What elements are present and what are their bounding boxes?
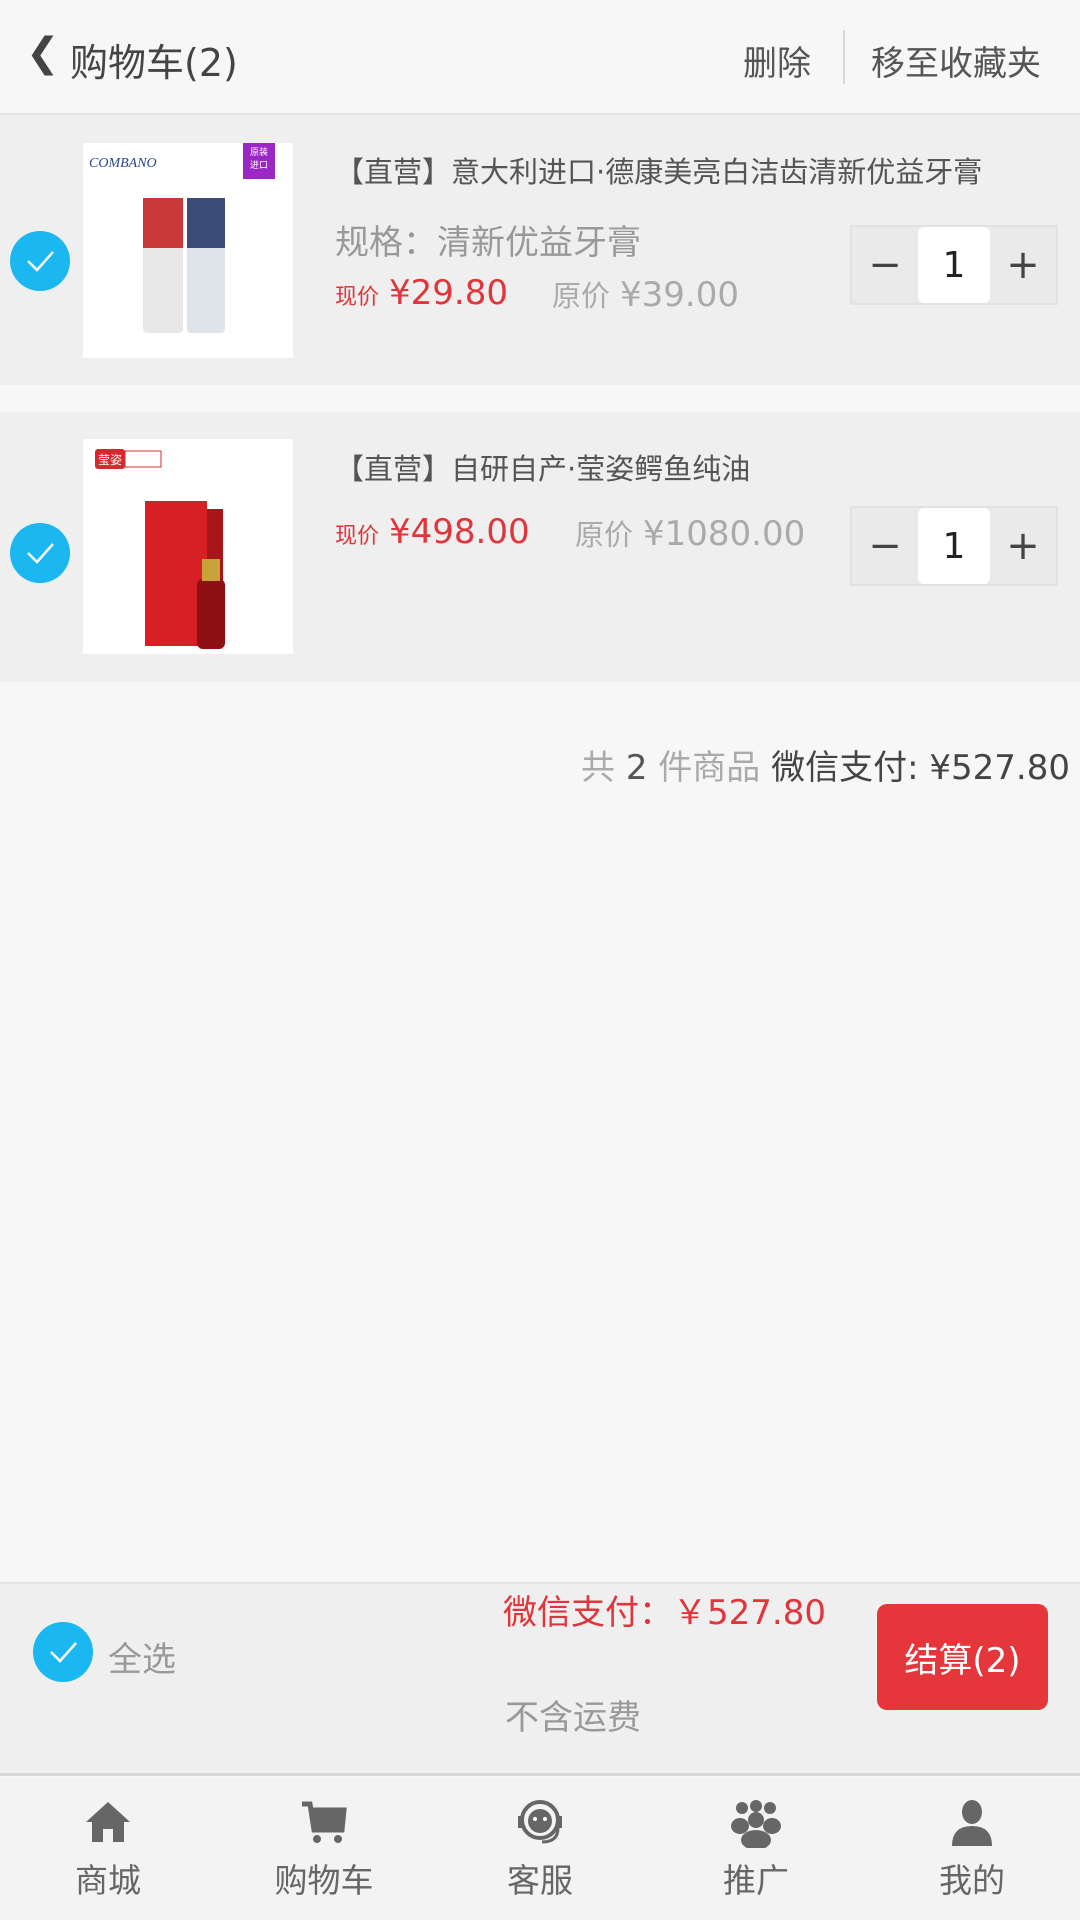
cart-item: 莹姿 【直营】自研自产·莹姿鳄鱼纯油 现价 ¥498.00 原价 ¥1080.00 … <box>0 412 1080 682</box>
tab-mall[interactable]: 商城 <box>0 1778 216 1920</box>
product-title[interactable]: 【直营】自研自产·莹姿鳄鱼纯油 <box>335 446 750 488</box>
import-badge: 原装进口 <box>243 143 275 179</box>
headset-icon <box>518 1800 562 1844</box>
checkout-button[interactable]: 结算(2) <box>877 1604 1048 1710</box>
svg-text:莹姿: 莹姿 <box>98 453 122 467</box>
select-all-checkbox[interactable] <box>33 1622 93 1682</box>
current-price: 现价 ¥29.80 <box>335 273 508 313</box>
tab-label: 商城 <box>75 1861 141 1900</box>
tab-cart[interactable]: 购物车 <box>216 1778 432 1920</box>
tab-bar: 商城 购物车 客服 推广 我的 <box>0 1778 1080 1920</box>
item-checkbox[interactable] <box>10 523 70 583</box>
payment-total: 微信支付：￥527.80 <box>503 1593 826 1633</box>
chevron-left-icon[interactable]: ❮ <box>26 30 60 76</box>
shipping-note: 不含运费 <box>505 1698 641 1738</box>
decrease-button[interactable]: − <box>852 508 918 584</box>
quantity-stepper: − 1 + <box>850 506 1058 586</box>
tab-service[interactable]: 客服 <box>432 1778 648 1920</box>
increase-button[interactable]: + <box>990 508 1056 584</box>
check-icon <box>27 251 54 272</box>
product-title[interactable]: 【直营】意大利进口·德康美亮白洁齿清新优益牙膏 <box>335 149 982 191</box>
quantity-input[interactable]: 1 <box>918 508 990 584</box>
tab-label: 客服 <box>507 1861 573 1900</box>
item-checkbox[interactable] <box>10 231 70 291</box>
check-icon <box>50 1642 77 1663</box>
original-price: 原价 ¥1080.00 <box>575 514 806 554</box>
tab-label: 推广 <box>723 1861 789 1900</box>
product-spec: 规格：清新优益牙膏 <box>335 223 641 263</box>
product-image[interactable]: COMBANO 原装进口 <box>83 143 293 358</box>
current-price: 现价 ¥498.00 <box>335 512 530 552</box>
cart-item: COMBANO 原装进口 【直营】意大利进口·德康美亮白洁齿清新优益牙膏 规格：… <box>0 115 1080 385</box>
home-icon <box>86 1802 130 1842</box>
tab-label: 购物车 <box>274 1861 374 1900</box>
tab-mine[interactable]: 我的 <box>864 1778 1080 1920</box>
decrease-button[interactable]: − <box>852 227 918 303</box>
divider <box>843 30 845 84</box>
header-bar: ❮ 购物车(2) 删除 移至收藏夹 <box>0 0 1080 115</box>
original-price: 原价 ¥39.00 <box>552 275 739 315</box>
group-icon <box>731 1800 781 1848</box>
svg-text:COMBANO: COMBANO <box>89 156 157 171</box>
tab-promote[interactable]: 推广 <box>648 1778 864 1920</box>
quantity-input[interactable]: 1 <box>918 227 990 303</box>
select-all-label[interactable]: 全选 <box>108 1632 176 1681</box>
increase-button[interactable]: + <box>990 227 1056 303</box>
user-icon <box>952 1800 992 1846</box>
page-title: 购物车(2) <box>70 41 238 85</box>
quantity-stepper: − 1 + <box>850 225 1058 305</box>
move-to-favorites-button[interactable]: 移至收藏夹 <box>871 36 1041 85</box>
cart-icon <box>302 1801 347 1843</box>
product-image[interactable]: 莹姿 <box>83 439 293 654</box>
tab-label: 我的 <box>939 1861 1005 1900</box>
check-icon <box>27 543 54 564</box>
order-summary: 共 2 件商品 微信支付: ¥527.80 <box>581 748 1070 788</box>
delete-button[interactable]: 删除 <box>743 36 811 85</box>
